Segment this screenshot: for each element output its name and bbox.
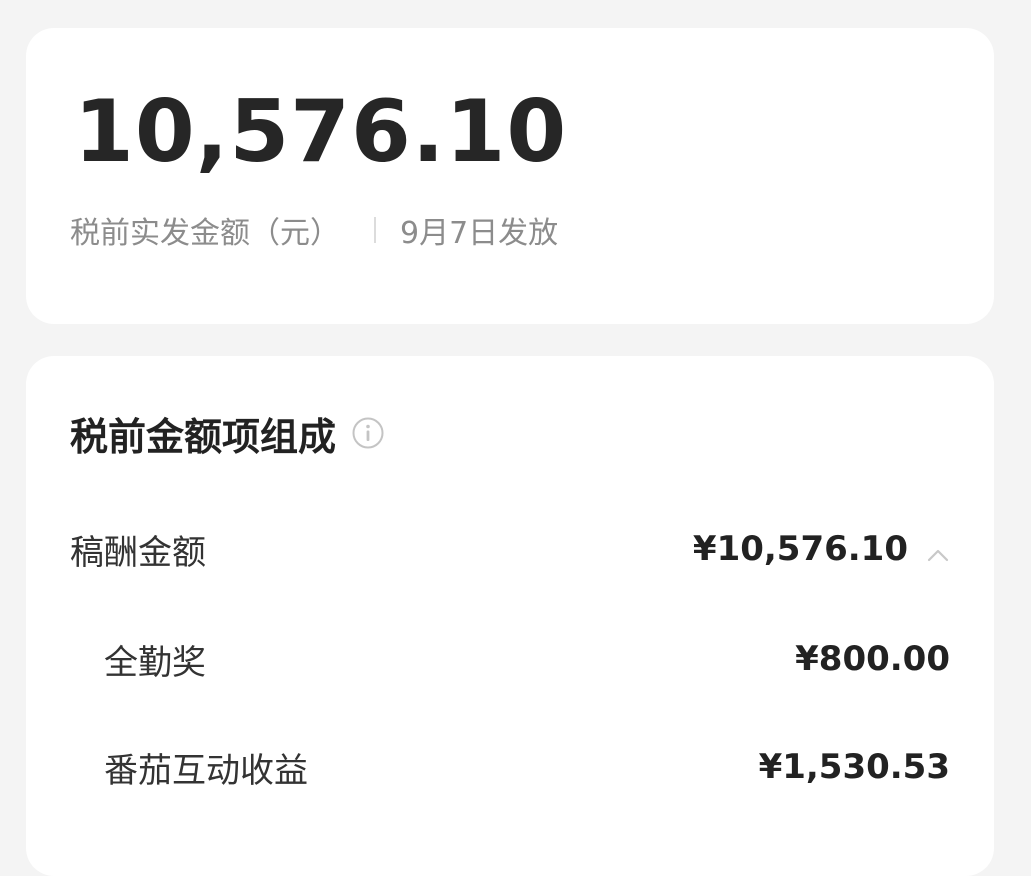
- subline-divider: [374, 217, 376, 243]
- list-item: 全勤奖 ¥800.00: [104, 634, 950, 684]
- payout-subline: 税前实发金额（元） 9月7日发放: [70, 208, 558, 252]
- payout-amount-label: 税前实发金额（元）: [70, 216, 340, 251]
- attendance-bonus-value: ¥800.00: [795, 639, 950, 679]
- royalty-amount-label: 稿酬金额: [70, 532, 206, 573]
- attendance-bonus-label: 全勤奖: [104, 642, 206, 683]
- breakdown-header: 税前金额项组成: [70, 406, 384, 460]
- interaction-earnings-value: ¥1,530.53: [758, 747, 950, 787]
- interaction-earnings-label: 番茄互动收益: [104, 750, 308, 791]
- list-item: 番茄互动收益 ¥1,530.53: [104, 742, 950, 792]
- chevron-up-icon[interactable]: [926, 537, 950, 562]
- payout-amount: 10,576.10: [74, 82, 568, 182]
- royalty-amount-row[interactable]: 稿酬金额 ¥10,576.10: [70, 524, 950, 574]
- payout-date: 9月7日发放: [400, 216, 559, 251]
- info-circle-icon[interactable]: [352, 417, 384, 449]
- payout-summary-card: 10,576.10 税前实发金额（元） 9月7日发放: [26, 28, 994, 324]
- pretax-breakdown-card: 税前金额项组成 稿酬金额 ¥10,576.10 全勤奖 ¥800.00 番茄互动…: [26, 356, 994, 876]
- breakdown-title: 税前金额项组成: [70, 414, 337, 459]
- royalty-amount-value: ¥10,576.10: [692, 529, 908, 569]
- royalty-amount-value-group: ¥10,576.10: [693, 529, 950, 569]
